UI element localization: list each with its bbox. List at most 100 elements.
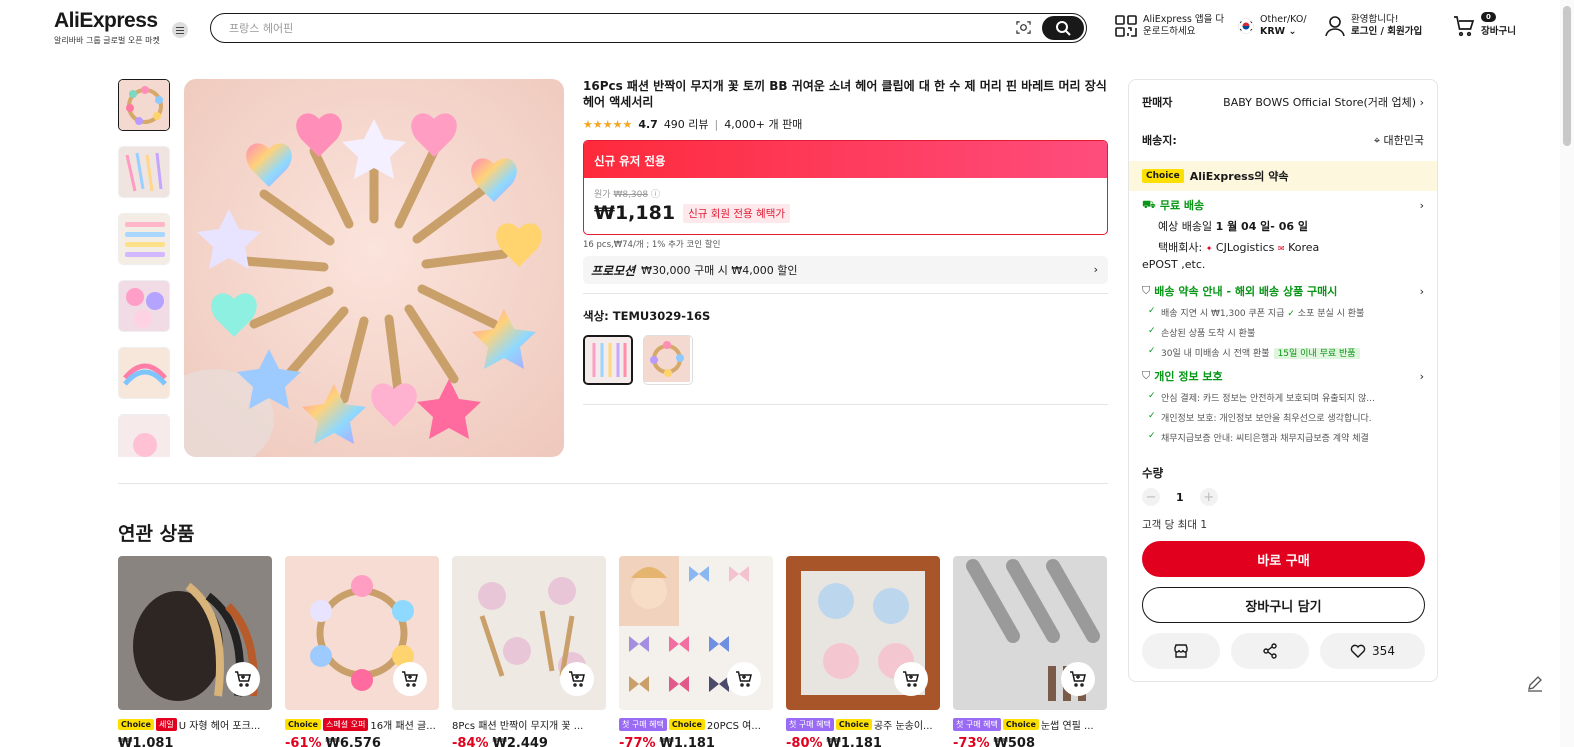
privacy-section[interactable]: ⛉ 개인 정보 보호 › 안심 결제: 카드 정보는 안전하게 보호되며 유출되…	[1142, 368, 1424, 444]
product-card-price: -77% ₩1,181	[619, 736, 773, 747]
product-card-price: -80% ₩1,181	[786, 736, 940, 747]
welcome-text: 환영합니다!	[1351, 14, 1399, 25]
search-input[interactable]	[229, 19, 989, 37]
add-to-cart-icon[interactable]	[560, 662, 594, 696]
add-to-cart-icon[interactable]	[894, 662, 928, 696]
seller-name[interactable]: BABY BOWS Official Store(거래 업체)	[1223, 96, 1416, 109]
color-swatch-1[interactable]	[583, 335, 633, 385]
thumbnail-6[interactable]	[118, 414, 170, 457]
pencil-icon[interactable]	[1524, 672, 1546, 694]
search-button[interactable]	[1042, 16, 1084, 40]
first-purchase-tag: 첫 구매 혜택	[786, 718, 834, 731]
add-to-cart-icon[interactable]	[1061, 662, 1095, 696]
ship-to-country: 대한민국	[1383, 134, 1424, 147]
menu-icon[interactable]	[172, 22, 188, 38]
color-swatch-2[interactable]	[643, 335, 693, 385]
region-line1: Other/KO/	[1260, 14, 1307, 25]
divider: |	[714, 117, 719, 131]
action-row: 354	[1142, 633, 1425, 669]
divider	[583, 404, 1108, 405]
free-return-badge: 15일 이내 무료 반품	[1273, 348, 1360, 359]
product-card[interactable]: 첫 구매 혜택 Choice 눈썹 연필 ... -73% ₩508	[953, 556, 1107, 747]
buy-now-button[interactable]: 바로 구매	[1142, 541, 1425, 577]
product-price: ₩1,181	[826, 736, 882, 747]
free-shipping-section[interactable]: ⛟ 무료 배송 › 예상 배송일 1 월 04 일- 06 일 택배회사: ✦ …	[1142, 197, 1424, 272]
thumbnail-3[interactable]	[118, 213, 170, 265]
product-card-title: Choice 세일 U 자형 헤어 포크...	[118, 717, 272, 732]
product-name: 16개 패션 글...	[370, 721, 436, 732]
search-icon	[1056, 21, 1071, 36]
product-card-image[interactable]	[118, 556, 272, 710]
korea-flag-icon	[1238, 18, 1254, 34]
product-card[interactable]: 첫 구매 혜택 Choice 공주 눈송이... -80% ₩1,181	[786, 556, 940, 747]
search-bar	[210, 13, 1087, 43]
add-to-cart-icon[interactable]	[727, 662, 761, 696]
ship-to-row[interactable]: 배송지: ⌖ 대한민국	[1142, 132, 1424, 148]
product-card[interactable]: Choice 세일 U 자형 헤어 포크... ₩1,081	[118, 556, 272, 747]
add-to-cart-icon[interactable]	[226, 662, 260, 696]
product-card-title: 첫 구매 혜택 Choice 공주 눈송이...	[786, 717, 940, 732]
store-button[interactable]	[1142, 633, 1220, 669]
share-button[interactable]	[1231, 633, 1309, 669]
eta-value: 1 월 04 일- 06 일	[1215, 220, 1308, 233]
aliexpress-logo[interactable]: AliExpress 알리바바 그룹 글로벌 오픈 마켓	[54, 10, 160, 46]
region-selector[interactable]: Other/KO/KRW ⌄	[1238, 14, 1307, 38]
promise-undelivered-refund: 30일 내 미배송 시 전액 환불	[1161, 349, 1270, 359]
product-card[interactable]: Choice 스페셜 오퍼 16개 패션 글... -61% ₩6,576	[285, 556, 439, 747]
image-search-icon[interactable]	[1016, 20, 1031, 35]
quantity-stepper: − 1 +	[1142, 488, 1218, 506]
account-menu[interactable]: 환영합니다! 로그인 / 회원가입	[1325, 14, 1422, 38]
thumbnail-1[interactable]	[118, 79, 170, 131]
discount-percent: -80%	[786, 736, 823, 747]
thumbnail-2[interactable]	[118, 146, 170, 198]
login-signup-link[interactable]: 로그인 / 회원가입	[1351, 26, 1422, 38]
delivery-promise-section[interactable]: ⛉ 배송 약속 안내 - 해외 배송 상품 구매시 › 배송 지연 시 ₩1,3…	[1142, 283, 1424, 359]
seller-row[interactable]: 판매자 BABY BOWS Official Store(거래 업체) ›	[1142, 94, 1424, 110]
info-icon[interactable]: ⓘ	[651, 190, 660, 200]
product-card-price: ₩1,081	[118, 736, 272, 747]
app-download-line1: AliExpress 앱을 다	[1143, 14, 1225, 25]
product-card-image[interactable]	[452, 556, 606, 710]
carrier-cj: CJLogistics	[1215, 241, 1275, 254]
product-card-price: -61% ₩6,576	[285, 736, 439, 747]
chevron-right-icon: ›	[1093, 263, 1098, 276]
wishlist-button[interactable]: 354	[1320, 633, 1425, 669]
special-offer-tag: 스페셜 오퍼	[322, 718, 369, 731]
add-to-cart-button[interactable]: 장바구니 담기	[1142, 587, 1425, 623]
product-price: ₩1,181	[659, 736, 715, 747]
star-rating-icon: ★★★★★	[583, 117, 633, 131]
shield-check-icon: ⛉	[1142, 369, 1151, 382]
scrollbar[interactable]	[1560, 0, 1574, 747]
product-card-image[interactable]	[786, 556, 940, 710]
product-card[interactable]: 첫 구매 혜택 Choice 20PCS 여... -77% ₩1,181	[619, 556, 773, 747]
app-download[interactable]: AliExpress 앱을 다 운로드하세요	[1115, 14, 1224, 38]
product-card[interactable]: 8Pcs 패션 반짝이 무지개 꽃 ... -84% ₩2,449	[452, 556, 606, 747]
promise-lost-refund: 소포 분실 시 환불	[1297, 309, 1365, 319]
add-to-cart-icon[interactable]	[393, 662, 427, 696]
choice-promise-text: AliExpress의 약속	[1189, 170, 1289, 183]
product-card-title: Choice 스페셜 오퍼 16개 패션 글...	[285, 717, 439, 732]
discount-percent: -77%	[619, 736, 656, 747]
review-count[interactable]: 490 리뷰	[664, 116, 709, 132]
qr-code-icon	[1115, 15, 1137, 37]
thumbnail-list	[118, 79, 172, 457]
divider	[583, 293, 1108, 294]
decrement-button[interactable]: −	[1142, 488, 1160, 506]
shield-icon: ⛉	[1142, 284, 1151, 297]
product-card-image[interactable]	[619, 556, 773, 710]
related-products-title: 연관 상품	[118, 523, 195, 545]
thumbnail-4[interactable]	[118, 280, 170, 332]
divider	[118, 483, 1108, 484]
choice-tag: Choice	[1002, 719, 1039, 730]
product-card-image[interactable]	[953, 556, 1107, 710]
sale-tag: 세일	[155, 718, 177, 731]
scrollbar-thumb[interactable]	[1563, 6, 1571, 146]
product-name: 공주 눈송이...	[873, 721, 933, 732]
product-card-price: -84% ₩2,449	[452, 736, 606, 747]
increment-button[interactable]: +	[1199, 488, 1218, 506]
first-purchase-tag: 첫 구매 혜택	[953, 718, 1001, 731]
product-card-image[interactable]	[285, 556, 439, 710]
promotion-row[interactable]: 프로모션 ₩30,000 구매 시 ₩4,000 할인 ›	[583, 256, 1108, 284]
thumbnail-5[interactable]	[118, 347, 170, 399]
main-product-image[interactable]	[184, 79, 564, 457]
